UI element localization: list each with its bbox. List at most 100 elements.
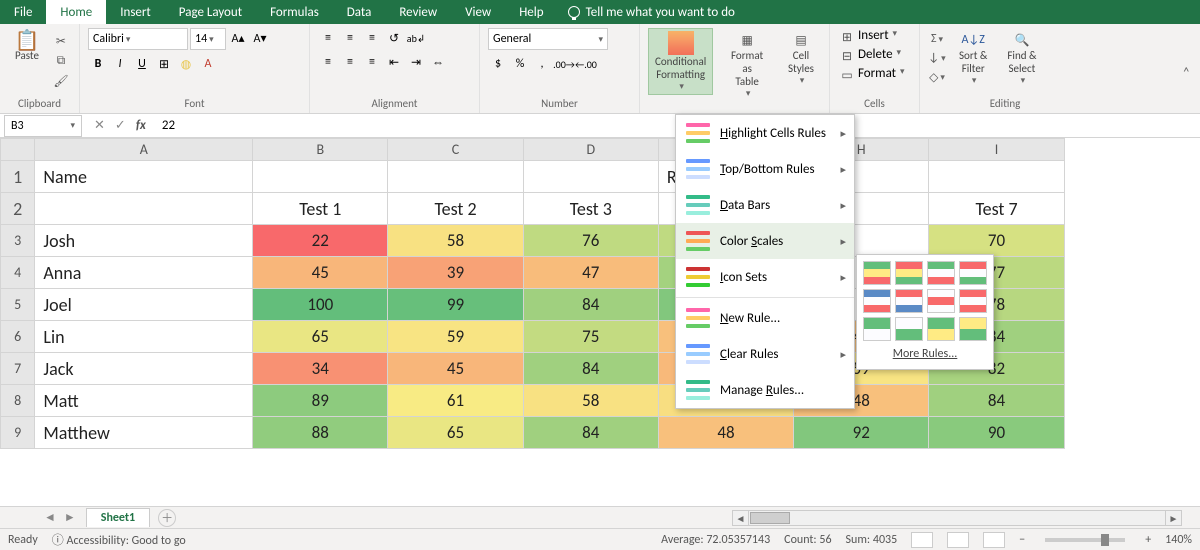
- cell[interactable]: Josh: [35, 225, 253, 257]
- tab-page-layout[interactable]: Page Layout: [165, 0, 256, 24]
- border-button[interactable]: ⊞: [154, 54, 174, 74]
- view-page-layout-icon[interactable]: [947, 532, 969, 548]
- horizontal-scrollbar[interactable]: ◄ ►: [732, 510, 1182, 526]
- font-color-button[interactable]: A: [198, 54, 218, 74]
- shrink-font-icon[interactable]: A▾: [250, 28, 270, 48]
- autosum-icon[interactable]: Σ▾: [928, 30, 946, 48]
- tab-data[interactable]: Data: [333, 0, 386, 24]
- cell[interactable]: Test 7: [929, 193, 1064, 225]
- color-scale-option[interactable]: [959, 261, 987, 285]
- tab-view[interactable]: View: [451, 0, 505, 24]
- cell[interactable]: Jack: [35, 353, 253, 385]
- cell[interactable]: 58: [388, 225, 523, 257]
- color-scale-option[interactable]: [959, 317, 987, 341]
- scroll-thumb[interactable]: [750, 512, 790, 524]
- cell[interactable]: Test 3: [523, 193, 658, 225]
- paste-button[interactable]: 📋 Paste: [8, 28, 46, 65]
- tell-me[interactable]: Tell me what you want to do: [558, 0, 745, 24]
- indent-inc-icon[interactable]: ⇥: [406, 52, 426, 72]
- cell[interactable]: 84: [523, 353, 658, 385]
- color-scale-option[interactable]: [863, 261, 891, 285]
- cf-menu-item[interactable]: Clear Rules ▸: [676, 336, 854, 372]
- cell[interactable]: 84: [523, 417, 658, 449]
- cell[interactable]: 88: [253, 417, 388, 449]
- cell[interactable]: 90: [929, 417, 1064, 449]
- indent-dec-icon[interactable]: ⇤: [384, 52, 404, 72]
- collapse-ribbon-icon[interactable]: ˄: [1182, 64, 1190, 81]
- align-bottom-icon[interactable]: ≡: [362, 28, 382, 48]
- align-right-icon[interactable]: ≡: [362, 52, 382, 72]
- row-header[interactable]: 3: [1, 225, 35, 257]
- cell[interactable]: Joel: [35, 289, 253, 321]
- row-header[interactable]: 8: [1, 385, 35, 417]
- col-header[interactable]: C: [388, 139, 523, 161]
- zoom-slider[interactable]: [1045, 538, 1125, 542]
- cell[interactable]: 61: [388, 385, 523, 417]
- sheet-tab-active[interactable]: Sheet1: [86, 508, 150, 527]
- underline-button[interactable]: U: [132, 54, 152, 74]
- cell[interactable]: 89: [253, 385, 388, 417]
- grow-font-icon[interactable]: A▴: [228, 28, 248, 48]
- align-left-icon[interactable]: ≡: [318, 52, 338, 72]
- col-header[interactable]: A: [35, 139, 253, 161]
- view-normal-icon[interactable]: [911, 532, 933, 548]
- row-header[interactable]: 9: [1, 417, 35, 449]
- tab-help[interactable]: Help: [505, 0, 557, 24]
- cell[interactable]: 65: [253, 321, 388, 353]
- add-sheet-button[interactable]: ＋: [158, 509, 176, 527]
- tab-file[interactable]: File: [0, 0, 46, 24]
- cell[interactable]: 48: [658, 417, 793, 449]
- align-center-icon[interactable]: ≡: [340, 52, 360, 72]
- row-header[interactable]: 5: [1, 289, 35, 321]
- format-painter-icon[interactable]: 🖌: [52, 72, 70, 90]
- cut-icon[interactable]: ✂: [52, 32, 70, 50]
- enter-formula-icon[interactable]: ✓: [115, 118, 126, 133]
- row-header[interactable]: 4: [1, 257, 35, 289]
- cell[interactable]: 47: [523, 257, 658, 289]
- cell-styles-button[interactable]: ▤ Cell Styles▾: [781, 28, 821, 89]
- cell[interactable]: Matthew: [35, 417, 253, 449]
- cell[interactable]: 59: [388, 321, 523, 353]
- color-scale-option[interactable]: [895, 289, 923, 313]
- cell[interactable]: 84: [929, 385, 1064, 417]
- cell[interactable]: Test 2: [388, 193, 523, 225]
- color-scale-option[interactable]: [927, 261, 955, 285]
- sheet-nav-next-icon[interactable]: ►: [60, 510, 80, 525]
- insert-cells-button[interactable]: ⊞Insert▾: [838, 28, 897, 46]
- cell[interactable]: 58: [523, 385, 658, 417]
- row-header[interactable]: 6: [1, 321, 35, 353]
- cell[interactable]: 22: [253, 225, 388, 257]
- color-scale-option[interactable]: [863, 289, 891, 313]
- font-family-select[interactable]: Calibri▾: [88, 28, 188, 50]
- row-header[interactable]: 1: [1, 161, 35, 193]
- tab-home[interactable]: Home: [46, 0, 106, 24]
- cf-menu-item[interactable]: New Rule...: [676, 300, 854, 336]
- cf-menu-item[interactable]: Icon Sets ▸: [676, 259, 854, 295]
- dec-decimal-icon[interactable]: ←.00: [576, 54, 596, 74]
- color-scale-option[interactable]: [863, 317, 891, 341]
- zoom-in-icon[interactable]: +: [1145, 533, 1151, 547]
- cf-menu-item[interactable]: Data Bars ▸: [676, 187, 854, 223]
- cf-menu-item[interactable]: Color Scales ▸: [676, 223, 854, 259]
- cell[interactable]: [35, 193, 253, 225]
- col-header[interactable]: D: [523, 139, 658, 161]
- cell[interactable]: 34: [253, 353, 388, 385]
- format-as-table-button[interactable]: ▦ Format as Table▾: [719, 28, 775, 102]
- cell[interactable]: 75: [523, 321, 658, 353]
- row-header[interactable]: 2: [1, 193, 35, 225]
- cf-menu-item[interactable]: Highlight Cells Rules ▸: [676, 115, 854, 151]
- cf-menu-item[interactable]: Top/Bottom Rules ▸: [676, 151, 854, 187]
- sheet-nav-prev-icon[interactable]: ◄: [40, 510, 60, 525]
- accessibility-status[interactable]: ⓘ Accessibility: Good to go: [52, 531, 186, 548]
- orientation-icon[interactable]: ↺: [384, 28, 404, 48]
- wrap-text-icon[interactable]: ab↲: [406, 28, 426, 48]
- color-scale-option[interactable]: [927, 317, 955, 341]
- cell[interactable]: Name: [35, 161, 253, 193]
- bold-button[interactable]: B: [88, 54, 108, 74]
- cancel-formula-icon[interactable]: ✕: [94, 118, 105, 133]
- view-page-break-icon[interactable]: [983, 532, 1005, 548]
- cell[interactable]: 99: [388, 289, 523, 321]
- zoom-level[interactable]: 140%: [1165, 533, 1192, 547]
- fx-icon[interactable]: fx: [136, 118, 146, 133]
- color-scale-option[interactable]: [895, 317, 923, 341]
